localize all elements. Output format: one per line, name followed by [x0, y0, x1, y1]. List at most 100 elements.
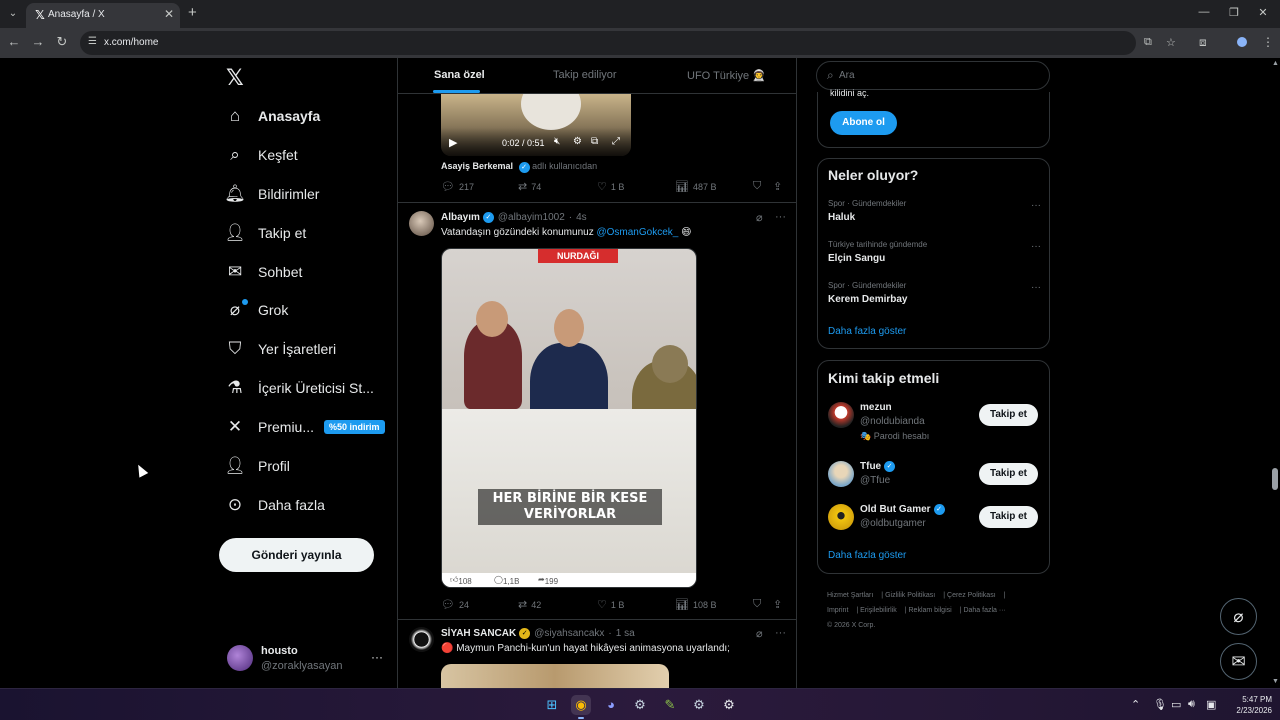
more-icon[interactable]: ···	[775, 627, 786, 639]
search-input[interactable]: ⌕ Ara	[816, 61, 1050, 90]
steam-app-icon[interactable]: ⚙	[689, 695, 709, 715]
nav-item-grok[interactable]: ⌀ Grok	[224, 294, 288, 326]
reply-button[interactable]: 💬︎ 24	[441, 598, 469, 611]
site-info-icon[interactable]: ☰	[88, 36, 97, 47]
restore-button[interactable]: ❐	[1227, 6, 1241, 19]
follow-suggestion[interactable]: Old But Gamer ✓ @oldbutgamer Takip et	[828, 504, 1043, 544]
windows-start-icon[interactable]: ⊞	[542, 695, 562, 715]
subscribe-button[interactable]: Abone ol	[830, 111, 897, 135]
bookmark-button[interactable]: ⛉	[753, 180, 765, 193]
nav-item-messages[interactable]: ✉ Sohbet	[224, 256, 303, 288]
post-time[interactable]: 4s	[576, 212, 587, 223]
close-tab-icon[interactable]: ✕	[164, 7, 174, 21]
forward-button[interactable]: →	[30, 34, 46, 50]
bookmark-button[interactable]: ⛉	[753, 598, 765, 611]
mute-icon[interactable]: 🔇︎	[554, 136, 560, 147]
follow-button[interactable]: Takip et	[979, 404, 1038, 426]
attribution-name[interactable]: Asayiş Berkemal	[441, 161, 513, 171]
tray-chevron-icon[interactable]: ⌃	[1131, 698, 1140, 711]
post-media[interactable]	[441, 664, 669, 688]
avatar[interactable]	[828, 461, 854, 487]
profile-avatar[interactable]	[1235, 35, 1249, 49]
settings-icon[interactable]: ⚙	[573, 136, 582, 147]
messages-fab-button[interactable]: ✉	[1220, 643, 1257, 680]
post-button[interactable]: Gönderi yayınla	[219, 538, 374, 572]
nav-item-profile[interactable]: 👤︎ Profil	[224, 450, 290, 482]
nav-item-follow[interactable]: 👤︎ Takip et	[224, 217, 306, 249]
scrollbar-thumb[interactable]	[1272, 468, 1278, 490]
battery-icon[interactable]: ▣	[1206, 698, 1216, 711]
follow-button[interactable]: Takip et	[979, 506, 1038, 528]
like-button[interactable]: ♡ 1 B	[597, 598, 624, 611]
x-logo-icon[interactable]: 𝕏	[226, 65, 244, 91]
views-button[interactable]: 📊︎ 487 B	[675, 180, 717, 193]
install-app-icon[interactable]: ⧉	[1144, 36, 1152, 49]
nav-item-explore[interactable]: ⌕ Keşfet	[224, 139, 297, 171]
network-icon[interactable]: ▭	[1171, 698, 1181, 711]
author-handle[interactable]: @siyahsancakx	[534, 628, 604, 639]
video-player[interactable]: ▶ 0:02 / 0:51 🔇︎ ⚙ ⧉ ⤢	[441, 94, 631, 156]
avatar[interactable]	[828, 504, 854, 530]
nav-item-home[interactable]: ⌂ Anasayfa	[224, 100, 320, 132]
minimize-button[interactable]: —	[1197, 6, 1211, 18]
play-icon[interactable]: ▶	[449, 136, 457, 149]
grok-fab-button[interactable]: ⌀	[1220, 598, 1257, 635]
trend-item[interactable]: Türkiye tarihinde gündemde Elçin Sangu ·…	[828, 240, 1043, 270]
share-button[interactable]: ⇪	[773, 598, 786, 611]
mention-link[interactable]: @OsmanGokcek_	[596, 227, 678, 238]
account-switcher[interactable]: housto @zoraklyasayan ···	[227, 644, 387, 676]
nav-item-more[interactable]: ⊙ Daha fazla	[224, 489, 325, 521]
author-name[interactable]: Albayım	[441, 212, 480, 223]
post-time[interactable]: 1 sa	[616, 628, 635, 639]
browser-tab[interactable]: 𝕏 Anasayfa / X ✕	[26, 3, 180, 28]
volume-icon[interactable]: 🔊︎	[1188, 698, 1195, 711]
scroll-up-arrow-icon[interactable]: ▲	[1272, 60, 1279, 67]
tab-search-button[interactable]: ⌄	[4, 5, 22, 23]
trend-item[interactable]: Spor · Gündemdekiler Kerem Demirbay ···	[828, 281, 1043, 311]
avatar[interactable]	[828, 402, 854, 428]
back-button[interactable]: ←	[6, 34, 22, 50]
grok-explain-icon[interactable]: ⌀	[756, 211, 763, 224]
footer-link[interactable]: Çerez Politikası	[947, 592, 996, 599]
extensions-icon[interactable]: ⧈	[1199, 35, 1207, 50]
avatar[interactable]	[409, 627, 434, 652]
footer-link[interactable]: Erişilebilirlik	[860, 607, 897, 614]
more-icon[interactable]: ···	[1031, 282, 1041, 293]
follow-suggestion[interactable]: Tfue ✓ @Tfue Takip et	[828, 461, 1043, 501]
browser-menu-icon[interactable]: ⋮	[1262, 35, 1274, 49]
bookmark-star-icon[interactable]: ☆	[1166, 36, 1176, 49]
share-button[interactable]: ⇪	[773, 180, 786, 193]
scroll-down-arrow-icon[interactable]: ▼	[1272, 678, 1279, 685]
grok-explain-icon[interactable]: ⌀	[756, 627, 763, 640]
discord-icon[interactable]: ◕	[601, 695, 621, 715]
footer-link[interactable]: Daha fazla ···	[963, 607, 1005, 614]
repost-button[interactable]: ⇄ 74	[518, 180, 541, 193]
trend-item[interactable]: Spor · Gündemdekiler Haluk ···	[828, 199, 1043, 229]
nav-item-premium[interactable]: ✕ Premiu... %50 indirim	[224, 411, 385, 443]
show-more-link[interactable]: Daha fazla göster	[828, 326, 906, 337]
taskbar-clock[interactable]: 5:47 PM 2/23/2026	[1222, 694, 1272, 716]
fullscreen-icon[interactable]: ⤢	[612, 136, 620, 147]
nav-item-notifications[interactable]: 🔔︎ Bildirimler	[224, 178, 319, 210]
reload-button[interactable]: ↻	[54, 34, 70, 50]
follow-button[interactable]: Takip et	[979, 463, 1038, 485]
footer-link[interactable]: Imprint	[827, 607, 848, 614]
footer-link[interactable]: Gizlilik Politikası	[885, 592, 935, 599]
footer-link[interactable]: Reklam bilgisi	[909, 607, 952, 614]
more-icon[interactable]: ···	[775, 211, 786, 223]
show-more-link[interactable]: Daha fazla göster	[828, 550, 906, 561]
tab-following[interactable]: Takip ediliyor	[553, 69, 617, 81]
picture-in-picture-icon[interactable]: ⧉	[591, 136, 598, 147]
microphone-icon[interactable]: 🎙︎	[1153, 698, 1167, 711]
post-image[interactable]: NURDAĞI HER BİRİNE BİR KESE VERİYORLAR 👍…	[441, 248, 697, 588]
nav-item-creator-studio[interactable]: ⚗ İçerik Üreticisi St...	[224, 372, 374, 404]
more-icon[interactable]: ···	[1031, 241, 1041, 252]
chrome-icon[interactable]: ◉	[571, 695, 591, 719]
notepad-icon[interactable]: ✎	[660, 695, 680, 715]
steam-icon[interactable]: ⚙	[630, 695, 650, 715]
tab-ufo-turkiye[interactable]: UFO Türkiye 👨‍🚀	[687, 69, 766, 82]
nav-item-bookmarks[interactable]: ⛉ Yer İşaretleri	[224, 333, 336, 365]
author-handle[interactable]: @albayim1002	[498, 212, 565, 223]
address-bar[interactable]: ☰ x.com/home ⧉ ☆	[80, 31, 1176, 55]
views-button[interactable]: 📊︎ 108 B	[675, 598, 717, 611]
